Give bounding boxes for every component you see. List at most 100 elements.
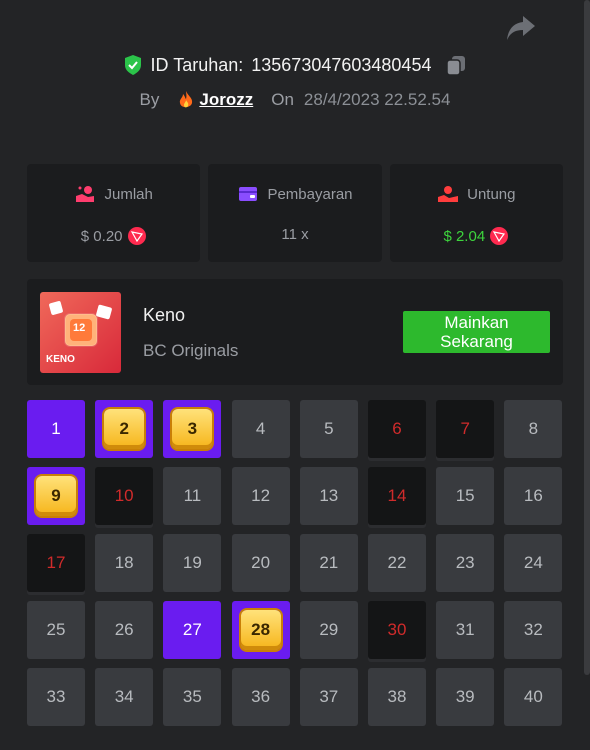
keno-cell[interactable]: 38 — [368, 668, 426, 726]
stat-amount-value: $ 0.20 — [80, 227, 123, 245]
keno-number-label: 6 — [392, 419, 402, 438]
gem-icon: 3 — [172, 409, 213, 449]
keno-cell[interactable]: 3 — [163, 400, 222, 458]
keno-cell[interactable]: 33 — [27, 668, 85, 726]
keno-number-label: 33 — [46, 687, 66, 706]
keno-cell[interactable]: 36 — [231, 668, 290, 726]
keno-cell[interactable]: 19 — [163, 534, 222, 592]
keno-number-label: 30 — [387, 620, 407, 639]
keno-number-label: 39 — [455, 687, 475, 706]
keno-cell[interactable]: 16 — [504, 467, 563, 525]
keno-cell[interactable]: 40 — [504, 668, 563, 726]
game-name: Keno — [143, 305, 186, 325]
keno-number-label: 40 — [523, 687, 543, 706]
keno-cell[interactable]: 7 — [436, 400, 495, 458]
keno-cell[interactable]: 17 — [27, 534, 85, 592]
keno-cell[interactable]: 10 — [95, 467, 154, 525]
keno-cell[interactable]: 25 — [27, 601, 85, 659]
keno-cell[interactable]: 35 — [163, 668, 222, 726]
play-now-button[interactable]: Mainkan Sekarang — [403, 311, 550, 353]
keno-cell[interactable]: 13 — [299, 467, 358, 525]
keno-cell[interactable]: 18 — [95, 534, 154, 592]
gem-icon: 9 — [36, 476, 76, 516]
keno-cell[interactable]: 29 — [299, 601, 358, 659]
keno-cell[interactable]: 21 — [299, 534, 358, 592]
keno-number: 12 — [73, 322, 86, 334]
byline: By Jorozz On 28/4/2023 22.52.54 — [0, 90, 590, 110]
keno-number-label: 24 — [523, 553, 543, 572]
keno-number-label: 14 — [387, 486, 407, 505]
keno-number-label: 11 — [183, 486, 202, 505]
keno-cell[interactable]: 27 — [163, 601, 222, 659]
keno-cell[interactable]: 9 — [27, 467, 85, 525]
share-icon[interactable] — [505, 14, 537, 42]
keno-number-label: 12 — [251, 486, 271, 505]
keno-cell[interactable]: 6 — [368, 400, 426, 458]
keno-cell[interactable]: 11 — [163, 467, 222, 525]
keno-cell[interactable]: 24 — [504, 534, 563, 592]
shield-check-icon — [124, 55, 141, 75]
play-label-line2: Sekarang — [440, 332, 513, 351]
keno-number-label: 18 — [114, 553, 134, 572]
keno-number-label: 21 — [319, 553, 339, 572]
stat-amount: Jumlah $ 0.20 — [27, 164, 201, 262]
keno-number-label: 13 — [319, 486, 339, 505]
keno-cell[interactable]: 22 — [368, 534, 426, 592]
keno-cell[interactable]: 32 — [504, 601, 563, 659]
keno-cell[interactable]: 15 — [436, 467, 495, 525]
game-provider: BC Originals — [143, 341, 239, 360]
keno-cell[interactable]: 14 — [368, 467, 426, 525]
keno-cell[interactable]: 28 — [231, 601, 290, 659]
keno-cell[interactable]: 20 — [231, 534, 290, 592]
keno-label: KENO — [46, 354, 75, 365]
keno-number-label: 32 — [523, 620, 543, 639]
profit-icon — [438, 186, 459, 202]
keno-number-label: 10 — [114, 486, 134, 505]
by-label: By — [139, 90, 160, 109]
keno-cell[interactable]: 23 — [436, 534, 495, 592]
keno-cell[interactable]: 37 — [299, 668, 358, 726]
keno-cell[interactable]: 26 — [95, 601, 154, 659]
keno-number-label: 15 — [455, 486, 475, 505]
keno-number-label: 23 — [455, 553, 475, 572]
keno-cell[interactable]: 1 — [27, 400, 85, 458]
keno-number-label: 34 — [114, 687, 134, 706]
keno-number-label: 27 — [182, 620, 202, 639]
stat-profit-value: $ 2.04 — [443, 227, 486, 245]
keno-cell[interactable]: 8 — [504, 400, 563, 458]
game-card: 12 KENO Keno BC Originals Mainkan Sekara… — [27, 279, 563, 385]
card-icon — [239, 187, 258, 201]
keno-number-label: 20 — [251, 553, 271, 572]
stats-row: Jumlah $ 0.20 Pembayaran 11 x Untung $ 2… — [27, 164, 563, 262]
user-name: Jorozz — [199, 90, 254, 109]
stat-profit: Untung $ 2.04 — [389, 164, 563, 262]
keno-number-label: 8 — [528, 419, 539, 438]
keno-number-label: 9 — [51, 486, 61, 505]
keno-number-label: 3 — [187, 419, 198, 438]
keno-cell[interactable]: 31 — [436, 601, 495, 659]
game-thumbnail[interactable]: 12 KENO — [40, 292, 121, 373]
keno-cell[interactable]: 30 — [368, 601, 426, 659]
keno-number-label: 29 — [319, 620, 339, 639]
bet-id-line: ID Taruhan: 135673047603480454 — [0, 54, 590, 76]
keno-cell[interactable]: 34 — [95, 668, 154, 726]
gem-icon: 28 — [240, 610, 281, 650]
keno-number-label: 7 — [460, 419, 470, 438]
user-link[interactable]: Jorozz — [177, 90, 253, 110]
keno-cell[interactable]: 5 — [299, 400, 358, 458]
stat-amount-label: Jumlah — [104, 185, 153, 203]
keno-cell[interactable]: 12 — [231, 467, 290, 525]
keno-number-label: 19 — [182, 553, 202, 572]
on-label: On — [271, 90, 294, 109]
keno-number-label: 37 — [319, 687, 339, 706]
keno-number-label: 31 — [455, 620, 475, 639]
stat-payout: Pembayaran 11 x — [208, 164, 382, 262]
keno-cell[interactable]: 4 — [231, 400, 290, 458]
keno-number-label: 17 — [46, 553, 66, 572]
keno-cell[interactable]: 2 — [95, 400, 154, 458]
copy-icon[interactable] — [445, 54, 467, 76]
keno-number-label: 26 — [114, 620, 134, 639]
gem-icon: 2 — [104, 409, 145, 449]
keno-cell[interactable]: 39 — [436, 668, 495, 726]
bet-date: 28/4/2023 22.52.54 — [303, 90, 451, 109]
